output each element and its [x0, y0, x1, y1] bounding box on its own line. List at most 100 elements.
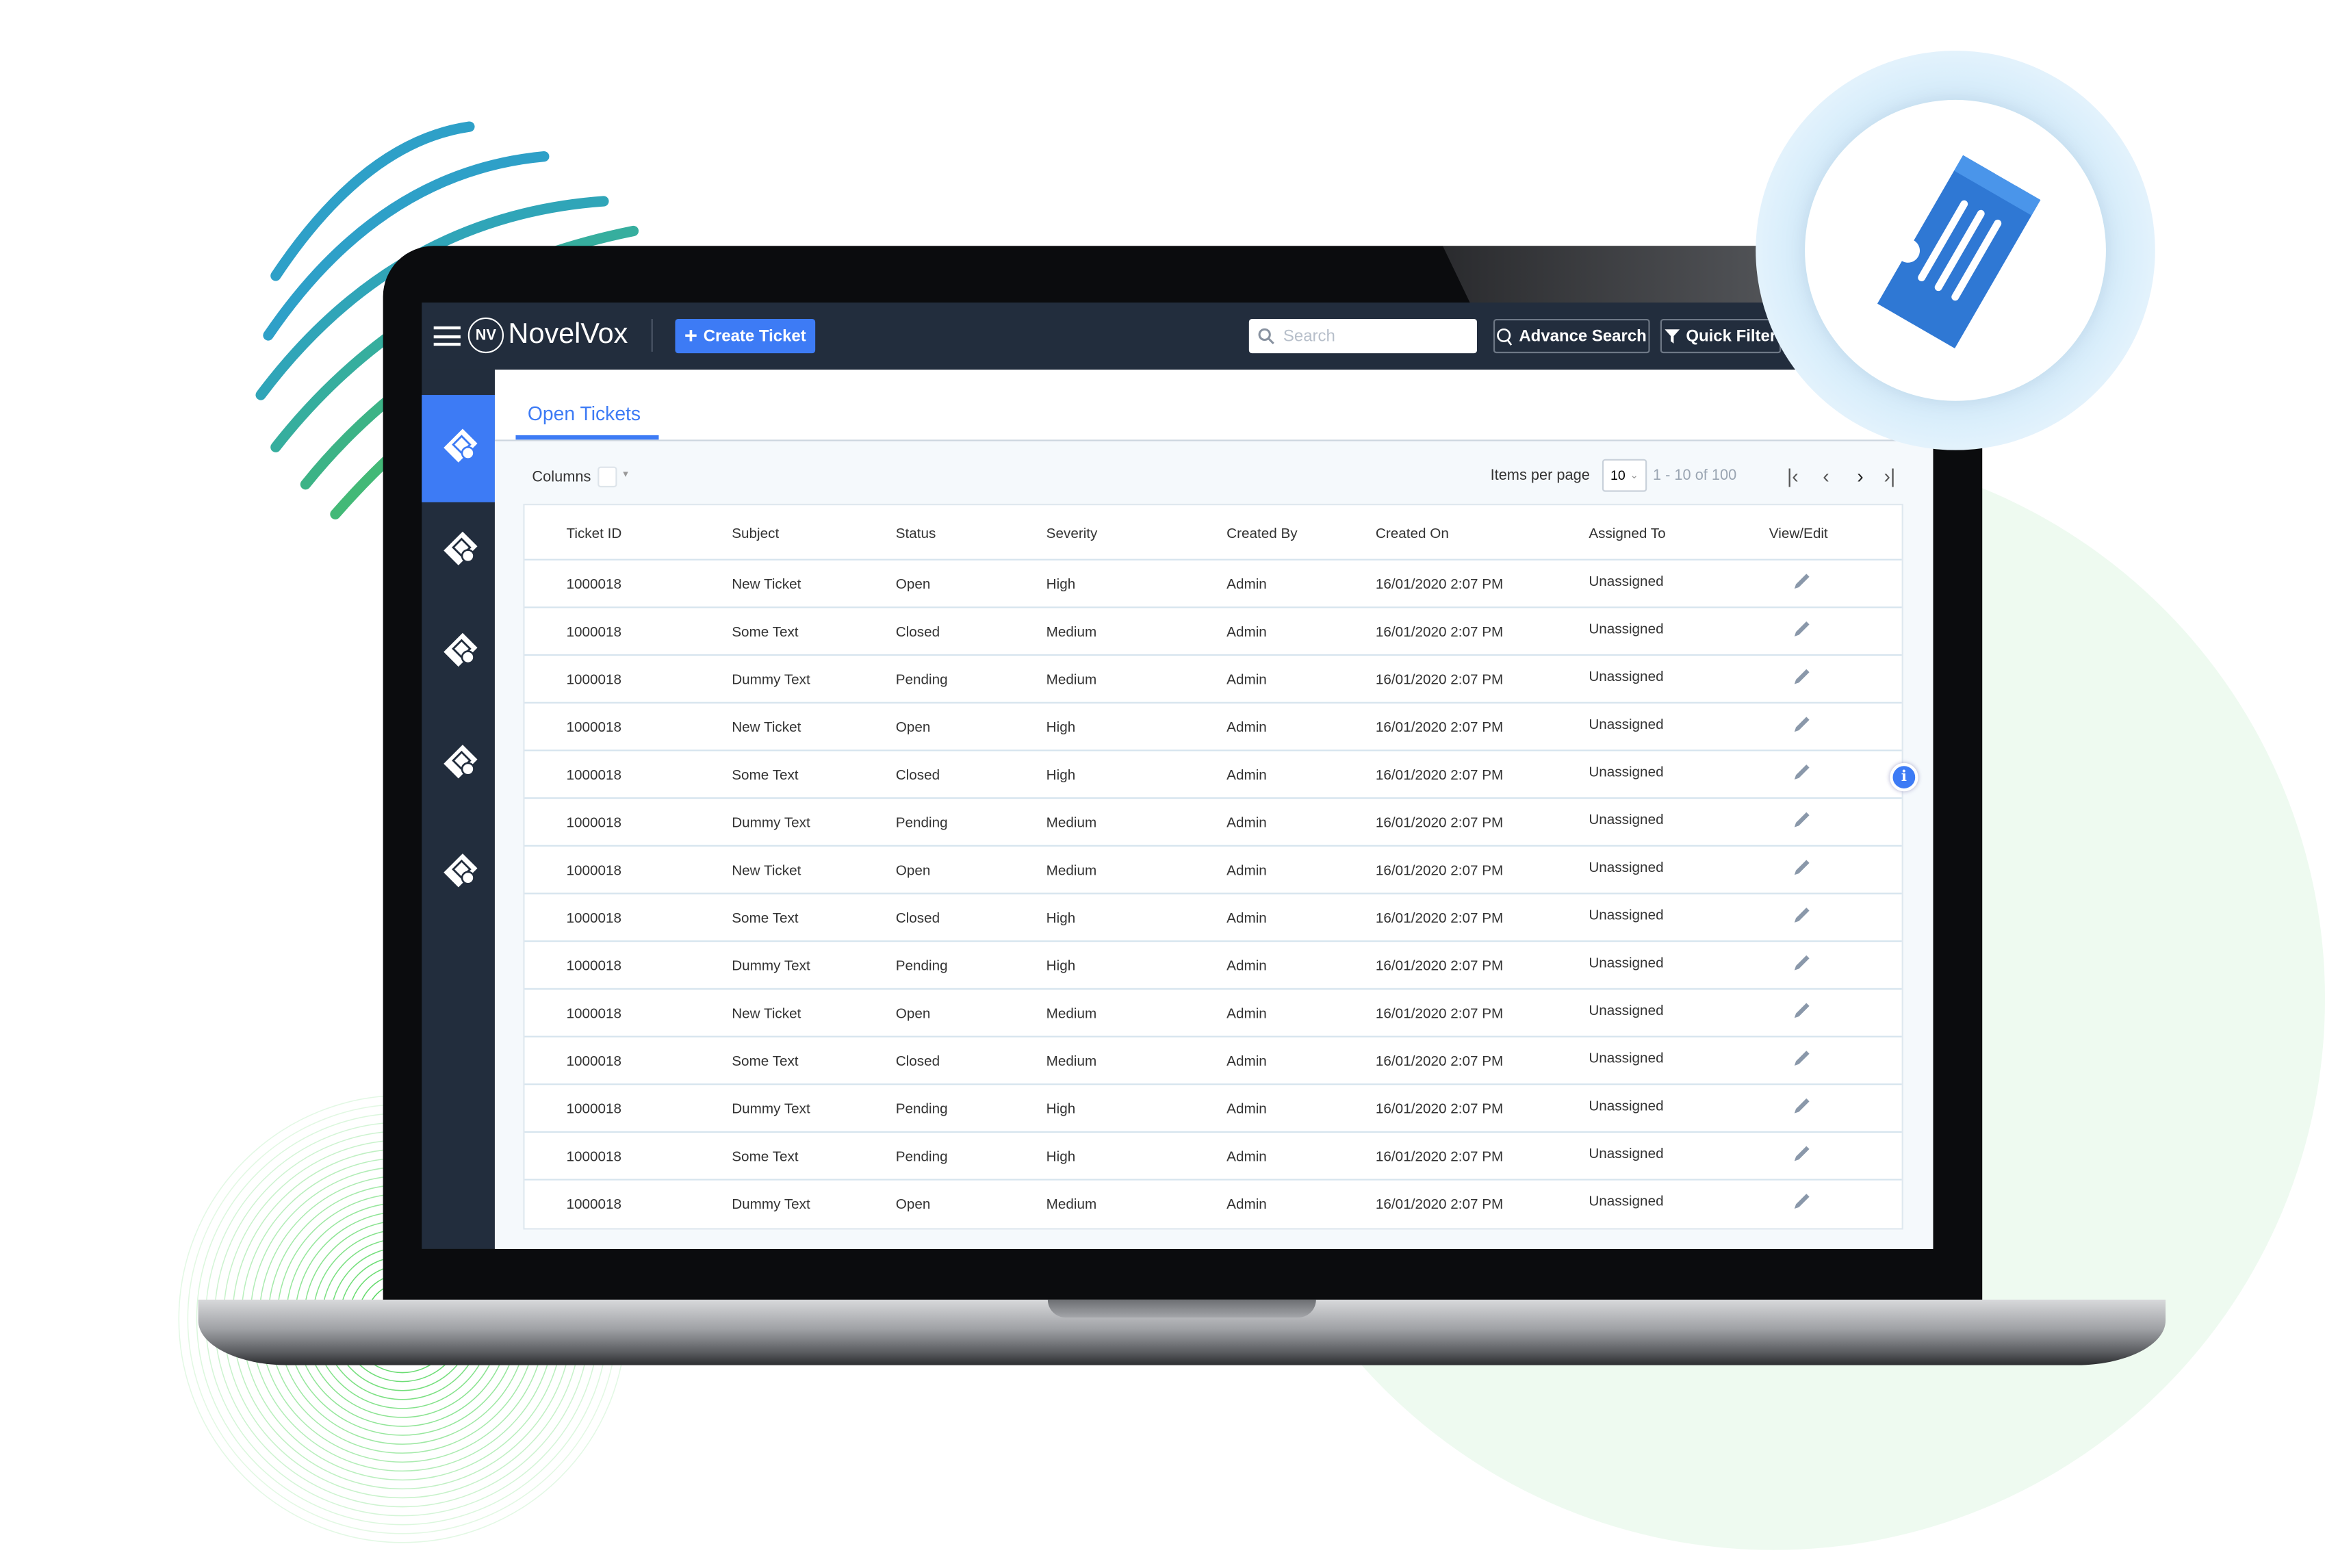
- novelvox-logo: NV: [467, 317, 504, 354]
- cell-status: Open: [895, 862, 931, 879]
- hamburger-icon[interactable]: [433, 326, 461, 346]
- table-row[interactable]: 1000018 Some Text Closed High Admin 16/01/202…: [524, 895, 1902, 942]
- cell-ticket-id: 1000018: [566, 576, 622, 593]
- cell-assigned-to: Unassigned: [1589, 1194, 1664, 1211]
- first-page-button[interactable]: |‹: [1787, 465, 1799, 487]
- cell-status: Pending: [895, 672, 948, 689]
- cell-status: Open: [895, 1005, 931, 1023]
- pencil-icon[interactable]: [1791, 1000, 1812, 1028]
- items-per-page-select[interactable]: 10 ⌄: [1602, 459, 1647, 492]
- cell-status: Open: [895, 576, 931, 593]
- cell-created-by: Admin: [1226, 767, 1267, 784]
- cell-ticket-id: 1000018: [566, 719, 622, 736]
- table-row[interactable]: 1000018 Dummy Text Pending High Admin 16/01/2…: [524, 942, 1902, 990]
- search-input[interactable]: [1283, 326, 1463, 346]
- tab-open-tickets[interactable]: Open Tickets: [528, 402, 641, 425]
- cell-ticket-id: 1000018: [566, 767, 622, 784]
- sidebar-item-ticket-1[interactable]: [441, 426, 480, 465]
- ticket-category-icon: [444, 632, 478, 667]
- table-row[interactable]: 1000018 Dummy Text Pending Medium Admin 16/01…: [524, 799, 1902, 847]
- search-icon: [1258, 328, 1274, 345]
- column-header[interactable]: Severity: [1046, 526, 1098, 543]
- info-icon[interactable]: i: [1890, 762, 1918, 792]
- columns-select[interactable]: [598, 466, 617, 488]
- cell-subject: New Ticket: [732, 576, 801, 593]
- cell-assigned-to: Unassigned: [1589, 860, 1664, 877]
- cell-ticket-id: 1000018: [566, 1196, 622, 1213]
- advance-search-icon: [1497, 327, 1513, 345]
- chevron-down-icon: ⌄: [1630, 471, 1639, 482]
- cell-subject: New Ticket: [732, 862, 801, 879]
- laptop-notch: [1047, 1299, 1316, 1318]
- table-row[interactable]: 1000018 Some Text Closed Medium Admin 16/01/2…: [524, 1038, 1902, 1085]
- table-row[interactable]: 1000018 Some Text Pending High Admin 16/01/20…: [524, 1133, 1902, 1181]
- column-header[interactable]: Created On: [1376, 526, 1449, 543]
- table-row[interactable]: 1000018 Dummy Text Open Medium Admin 16/01/20…: [525, 1181, 1902, 1229]
- ticket-category-icon: [444, 428, 478, 463]
- cell-status: Pending: [895, 958, 948, 975]
- sidebar-item-ticket-2[interactable]: [441, 529, 480, 568]
- table-row[interactable]: 1000018 Some Text Closed High Admin 16/01/202…: [524, 751, 1902, 799]
- pencil-icon[interactable]: [1791, 952, 1812, 980]
- quick-filter-button[interactable]: Quick Filter: [1660, 319, 1782, 354]
- cell-created-on: 16/01/2020 2:07 PM: [1375, 1196, 1504, 1213]
- tickets-table: Ticket ID Subject Status Severity Created By…: [523, 504, 1903, 1230]
- sidebar-item-ticket-5[interactable]: [441, 851, 480, 890]
- pencil-icon[interactable]: [1791, 1191, 1812, 1219]
- column-header[interactable]: Assigned To: [1589, 526, 1665, 543]
- table-row[interactable]: 1000018 New Ticket Open Medium Admin 16/01/20…: [524, 990, 1902, 1038]
- cell-assigned-to: Unassigned: [1589, 764, 1664, 782]
- table-row[interactable]: 1000018 New Ticket Open Medium Admin 16/01/20…: [524, 847, 1902, 895]
- chevron-down-icon[interactable]: ▾: [623, 468, 628, 480]
- cell-subject: Some Text: [732, 1053, 799, 1070]
- filter-icon: [1665, 329, 1680, 344]
- column-header[interactable]: Ticket ID: [566, 526, 621, 543]
- last-page-button[interactable]: ›|: [1884, 465, 1895, 487]
- pencil-icon[interactable]: [1791, 857, 1812, 885]
- advance-search-button[interactable]: Advance Search: [1493, 319, 1650, 354]
- sidebar-item-ticket-3[interactable]: [441, 630, 480, 669]
- pencil-icon[interactable]: [1791, 714, 1812, 742]
- column-header[interactable]: View/Edit: [1769, 526, 1828, 543]
- table-row[interactable]: 1000018 Dummy Text Pending Medium Admin 16/01…: [524, 656, 1902, 704]
- table-row[interactable]: 1000018 Some Text Closed Medium Admin 16/01/2…: [524, 608, 1902, 656]
- cell-created-on: 16/01/2020 2:07 PM: [1375, 910, 1504, 927]
- next-page-button[interactable]: ›: [1857, 465, 1863, 487]
- table-row[interactable]: 1000018 New Ticket Open High Admin 16/01/2020…: [524, 704, 1902, 751]
- pencil-icon[interactable]: [1791, 571, 1812, 599]
- table-row[interactable]: 1000018 Dummy Text Pending High Admin 16/01/2…: [524, 1085, 1902, 1133]
- pencil-icon[interactable]: [1791, 1143, 1812, 1171]
- create-ticket-button[interactable]: + Create Ticket: [675, 319, 816, 354]
- pencil-icon[interactable]: [1791, 619, 1812, 647]
- cell-subject: Dummy Text: [732, 1196, 810, 1213]
- cell-severity: High: [1046, 1101, 1076, 1118]
- pencil-icon[interactable]: [1791, 762, 1812, 790]
- cell-created-by: Admin: [1226, 1148, 1267, 1166]
- cell-created-by: Admin: [1226, 958, 1267, 975]
- cell-status: Closed: [895, 624, 940, 641]
- page-range: 1 - 10 of 100: [1652, 467, 1737, 485]
- column-header[interactable]: Subject: [732, 526, 779, 543]
- column-header[interactable]: Created By: [1226, 526, 1298, 543]
- pencil-icon[interactable]: [1791, 809, 1812, 837]
- plus-icon: +: [684, 323, 697, 349]
- cell-created-by: Admin: [1226, 1196, 1267, 1213]
- cell-ticket-id: 1000018: [566, 672, 622, 689]
- search-box[interactable]: [1248, 319, 1478, 354]
- sidebar-item-ticket-4[interactable]: [441, 742, 480, 781]
- cell-subject: Some Text: [732, 767, 799, 784]
- cell-created-by: Admin: [1226, 1005, 1267, 1023]
- cell-created-by: Admin: [1226, 672, 1267, 689]
- cell-severity: High: [1046, 719, 1076, 736]
- pencil-icon[interactable]: [1791, 1096, 1812, 1124]
- cell-created-on: 16/01/2020 2:07 PM: [1375, 1053, 1504, 1070]
- prev-page-button[interactable]: ‹: [1823, 465, 1829, 487]
- pencil-icon[interactable]: [1791, 905, 1812, 933]
- cell-subject: Dummy Text: [732, 1101, 810, 1118]
- cell-created-by: Admin: [1226, 576, 1267, 593]
- cell-created-on: 16/01/2020 2:07 PM: [1375, 672, 1504, 689]
- pencil-icon[interactable]: [1791, 1048, 1812, 1076]
- table-row[interactable]: 1000018 New Ticket Open High Admin 16/01/2020…: [524, 561, 1902, 608]
- pencil-icon[interactable]: [1791, 666, 1812, 694]
- column-header[interactable]: Status: [896, 526, 936, 543]
